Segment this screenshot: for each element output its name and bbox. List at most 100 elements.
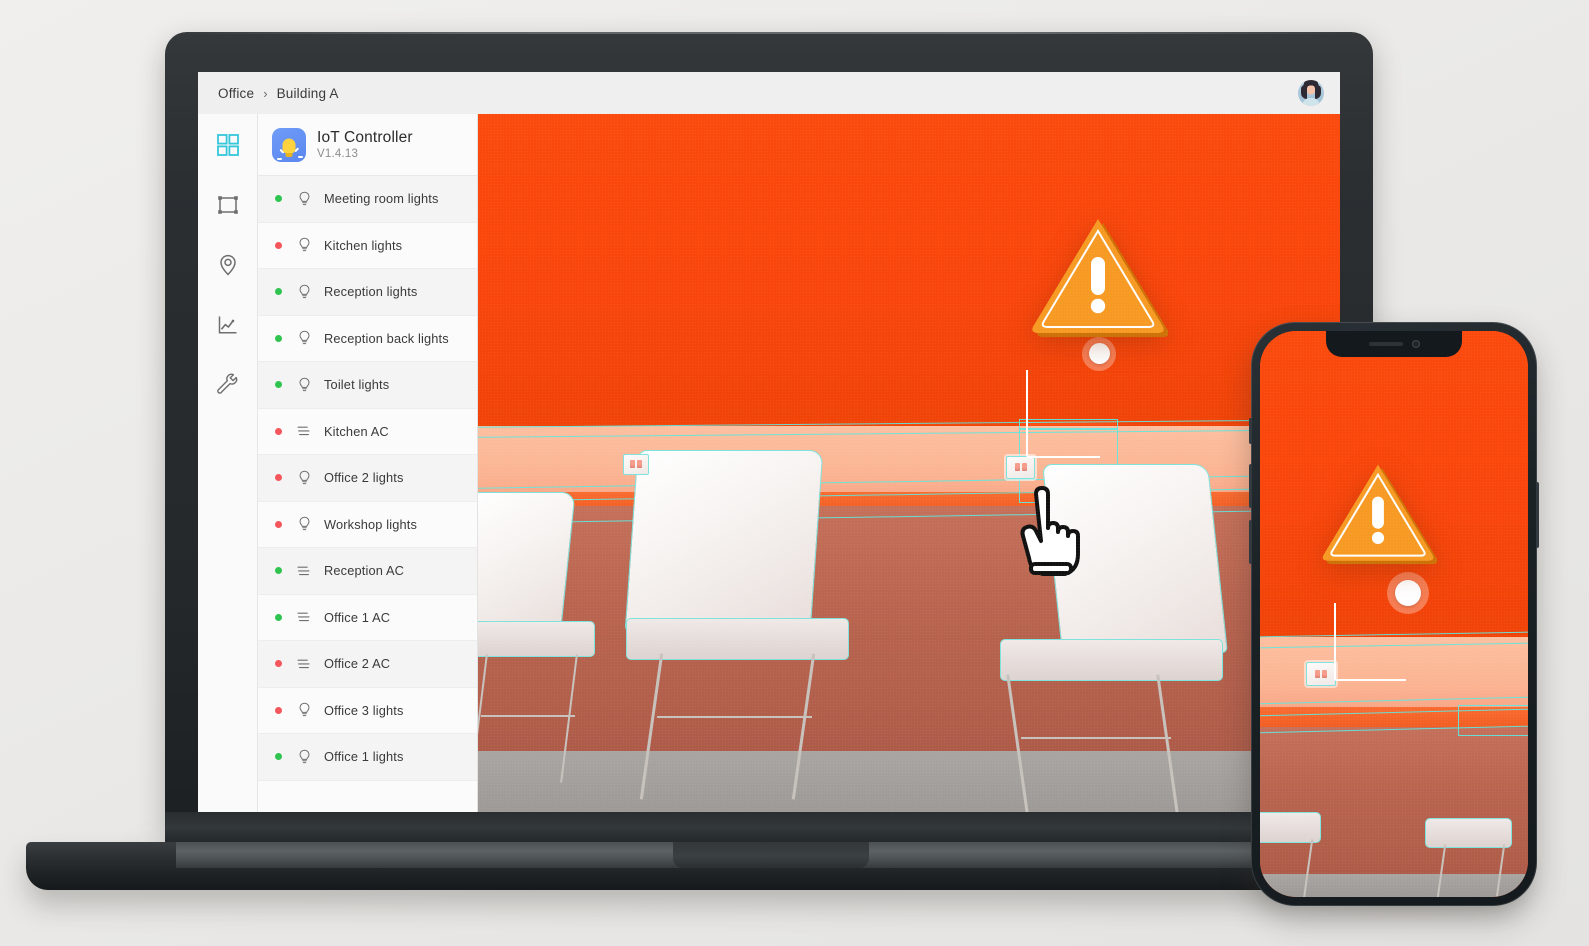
bulb-icon xyxy=(298,516,310,531)
leader-line xyxy=(1026,369,1101,458)
sidebar-item-locations[interactable] xyxy=(211,248,245,282)
phone-volume-down-button[interactable] xyxy=(1249,520,1252,564)
list-item[interactable]: Reception lights xyxy=(258,269,477,316)
airflow-icon xyxy=(297,566,310,575)
bulb-icon xyxy=(293,237,315,253)
avatar-hair-left xyxy=(1301,85,1307,99)
list-item[interactable]: Workshop lights xyxy=(258,502,477,548)
bulb-icon xyxy=(293,330,315,346)
chair xyxy=(1421,817,1523,897)
list-item[interactable]: Office 1 lights xyxy=(258,734,477,781)
status-badge xyxy=(275,334,282,342)
list-item-label: Workshop lights xyxy=(324,516,418,532)
list-item-label: Meeting room lights xyxy=(324,191,439,207)
list-item[interactable]: Kitchen lights xyxy=(258,223,477,269)
list-item[interactable]: Office 2 lights xyxy=(258,455,477,502)
status-badge xyxy=(275,381,282,389)
status-badge xyxy=(275,288,282,296)
phone-office-scene xyxy=(1260,331,1528,897)
airflow-icon xyxy=(293,564,315,578)
list-item-label: Toilet lights xyxy=(324,377,390,393)
office-scene xyxy=(478,114,1340,814)
bulb-icon xyxy=(298,377,310,391)
phone-notch xyxy=(1326,331,1462,357)
sidebar-item-settings[interactable] xyxy=(211,368,245,402)
phone-mute-button[interactable] xyxy=(1249,418,1252,444)
laptop-lid: Office › Building A IoT Controller V1.4.… xyxy=(165,32,1373,832)
list-item-label: Reception back lights xyxy=(324,330,449,346)
grid-icon xyxy=(216,134,239,156)
front-camera-icon xyxy=(1411,340,1420,348)
list-item[interactable]: Kitchen AC xyxy=(258,409,477,455)
airflow-icon xyxy=(293,424,315,438)
bulb-icon xyxy=(293,516,315,532)
phone-screen[interactable] xyxy=(1260,331,1528,897)
map-pin-dot[interactable] xyxy=(1082,336,1117,371)
chair xyxy=(1260,812,1330,897)
bulb-icon xyxy=(293,284,315,300)
phone-volume-up-button[interactable] xyxy=(1249,464,1252,508)
sidebar-item-analytics[interactable] xyxy=(211,308,245,342)
status-badge xyxy=(275,474,282,482)
bulb-icon xyxy=(298,237,310,252)
status-badge xyxy=(275,567,282,575)
list-item[interactable]: Reception AC xyxy=(258,548,477,595)
pointing-hand-cursor xyxy=(1014,486,1088,580)
phone-power-button[interactable] xyxy=(1536,482,1539,548)
chevron-right-icon: › xyxy=(263,85,268,101)
airflow-icon xyxy=(293,657,315,671)
sidebar-item-areas[interactable] xyxy=(211,188,245,222)
laptop-base-face xyxy=(176,842,1366,868)
bulb-icon xyxy=(298,470,310,484)
camera-viewport[interactable] xyxy=(478,114,1340,814)
device-list-panel: IoT Controller V1.4.13 Meeting room ligh… xyxy=(258,114,478,814)
sidebar-item-dashboard[interactable] xyxy=(211,128,245,162)
bulb-icon xyxy=(293,470,315,486)
list-item-label: Office 2 AC xyxy=(324,656,391,672)
list-item[interactable]: Toilet lights xyxy=(258,362,477,409)
bulb-icon xyxy=(298,749,310,763)
avatar-hair-right xyxy=(1315,85,1321,99)
status-badge xyxy=(275,427,282,435)
list-item[interactable]: Office 1 AC xyxy=(258,595,477,641)
bulb-icon xyxy=(293,377,315,393)
list-item-label: Kitchen AC xyxy=(324,423,389,439)
warning-triangle-icon[interactable] xyxy=(1028,209,1168,339)
laptop-hinge xyxy=(165,812,1373,844)
status-badge xyxy=(275,706,282,714)
wrench-icon xyxy=(216,373,237,394)
breadcrumb-current[interactable]: Building A xyxy=(277,86,339,101)
list-item[interactable]: Office 2 AC xyxy=(258,641,477,688)
power-outlet-icon-selected[interactable] xyxy=(1305,662,1336,687)
list-item[interactable]: Office 3 lights xyxy=(258,688,477,734)
chair xyxy=(478,492,633,786)
airflow-icon xyxy=(293,610,315,624)
laptop-base-notch xyxy=(673,842,869,868)
leader-line xyxy=(1333,602,1407,681)
user-avatar[interactable] xyxy=(1298,80,1324,106)
list-item-label: Office 1 AC xyxy=(324,609,391,625)
app-body: IoT Controller V1.4.13 Meeting room ligh… xyxy=(198,114,1340,814)
power-outlet-icon[interactable] xyxy=(622,453,649,475)
airflow-icon xyxy=(297,426,310,436)
avatar-shirt xyxy=(1302,98,1320,106)
warning-triangle-icon[interactable] xyxy=(1319,456,1437,566)
list-item[interactable]: Reception back lights xyxy=(258,316,477,362)
map-pin-dot[interactable] xyxy=(1387,571,1430,614)
status-badge xyxy=(275,520,282,528)
list-item[interactable]: Meeting room lights xyxy=(258,176,477,223)
chair xyxy=(616,450,875,800)
list-item-label: Office 1 lights xyxy=(324,749,404,765)
bulb-icon xyxy=(298,702,310,717)
breadcrumb-root[interactable]: Office xyxy=(218,86,254,101)
airflow-icon xyxy=(297,612,310,622)
earpiece-speaker-icon xyxy=(1368,342,1403,346)
list-item-label: Reception lights xyxy=(324,284,418,300)
power-outlet-icon-selected[interactable] xyxy=(1006,455,1036,479)
bulb-icon xyxy=(298,191,310,205)
bulb-icon xyxy=(298,284,310,298)
airflow-icon xyxy=(297,659,310,668)
screenshot-stage: Office › Building A IoT Controller V1.4.… xyxy=(0,0,1589,946)
phone-device xyxy=(1249,322,1539,906)
location-icon xyxy=(219,254,236,276)
